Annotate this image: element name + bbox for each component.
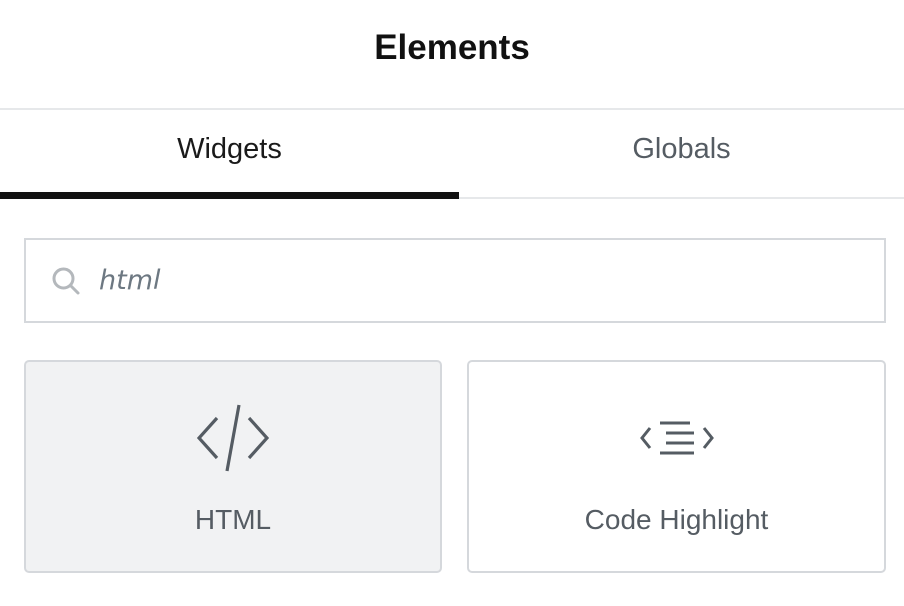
panel-title: Elements: [374, 28, 530, 67]
tab-globals[interactable]: Globals: [459, 110, 904, 197]
tab-widgets[interactable]: Widgets: [0, 110, 459, 199]
widget-label-html: HTML: [194, 504, 272, 535]
panel-header: Elements: [0, 0, 904, 110]
code-icon: [193, 400, 273, 476]
widget-code-highlight[interactable]: Code Highlight: [467, 360, 886, 573]
code-highlight-icon: [637, 400, 717, 476]
elements-panel: Elements Widgets Globals HTML: [0, 0, 904, 606]
search-icon: [51, 266, 81, 296]
search-box: [24, 238, 886, 323]
widget-html[interactable]: HTML: [24, 360, 442, 573]
search-input[interactable]: [99, 240, 884, 321]
tab-bar: Widgets Globals: [0, 110, 904, 199]
widget-label-code-highlight: Code Highlight: [584, 504, 769, 535]
